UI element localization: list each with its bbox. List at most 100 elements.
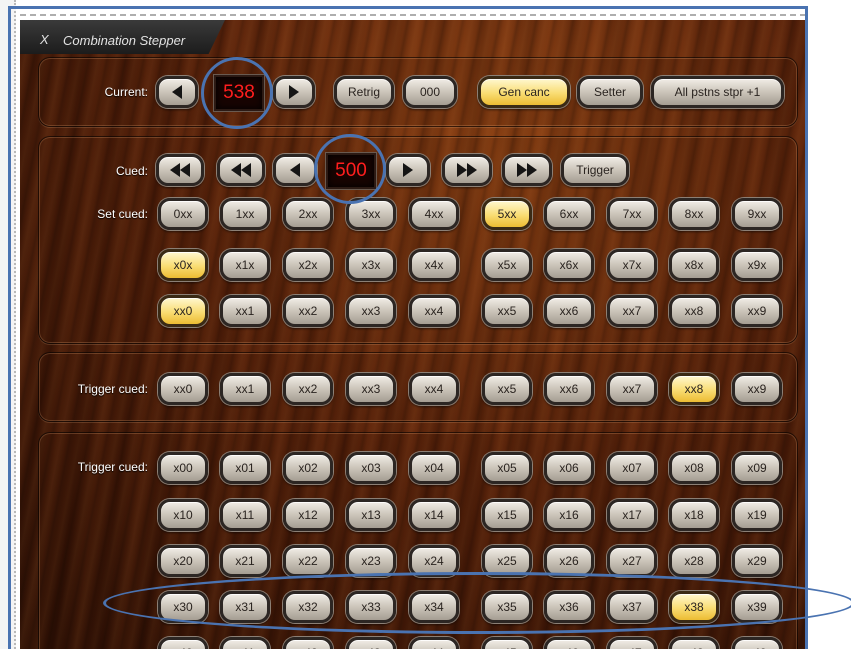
trigger-cued-grid-x32-button[interactable]: x32: [283, 591, 333, 623]
trigger-cued-grid-x29-button[interactable]: x29: [732, 545, 782, 577]
trigger-cued-grid-x14-button[interactable]: x14: [409, 499, 459, 531]
trigger-cued-xx6-button[interactable]: xx6: [544, 373, 594, 405]
trigger-cued-grid-x08-button[interactable]: x08: [669, 452, 719, 484]
trigger-cued-grid-x47-button[interactable]: x47: [607, 637, 657, 649]
trigger-cued-grid-x07-button[interactable]: x07: [607, 452, 657, 484]
current-next-button[interactable]: [273, 76, 315, 108]
set-cued-x2x-button[interactable]: x2x: [283, 249, 333, 281]
trigger-cued-grid-x15-button[interactable]: x15: [482, 499, 532, 531]
cued-forward-ten-button[interactable]: [442, 154, 492, 186]
trigger-cued-grid-x33-button[interactable]: x33: [346, 591, 396, 623]
set-cued-0xx-button[interactable]: 0xx: [158, 198, 208, 230]
set-cued-xx1-button[interactable]: xx1: [220, 295, 270, 327]
trigger-button[interactable]: Trigger: [561, 154, 629, 186]
set-cued-4xx-button[interactable]: 4xx: [409, 198, 459, 230]
trigger-cued-grid-x18-button[interactable]: x18: [669, 499, 719, 531]
trigger-cued-xx1-button[interactable]: xx1: [220, 373, 270, 405]
set-cued-3xx-button[interactable]: 3xx: [346, 198, 396, 230]
trigger-cued-grid-x22-button[interactable]: x22: [283, 545, 333, 577]
trigger-cued-grid-x09-button[interactable]: x09: [732, 452, 782, 484]
set-cued-xx8-button[interactable]: xx8: [669, 295, 719, 327]
trigger-cued-grid-x01-button[interactable]: x01: [220, 452, 270, 484]
trigger-cued-grid-x43-button[interactable]: x43: [346, 637, 396, 649]
trigger-cued-grid-x24-button[interactable]: x24: [409, 545, 459, 577]
trigger-cued-xx5-button[interactable]: xx5: [482, 373, 532, 405]
trigger-cued-grid-x45-button[interactable]: x45: [482, 637, 532, 649]
set-cued-x6x-button[interactable]: x6x: [544, 249, 594, 281]
set-cued-x5x-button[interactable]: x5x: [482, 249, 532, 281]
trigger-cued-grid-x40-button[interactable]: x40: [158, 637, 208, 649]
set-cued-xx0-button[interactable]: xx0: [158, 295, 208, 327]
trigger-cued-grid-x34-button[interactable]: x34: [409, 591, 459, 623]
cued-prev-button[interactable]: [273, 154, 317, 186]
set-cued-2xx-button[interactable]: 2xx: [283, 198, 333, 230]
trigger-cued-grid-x49-button[interactable]: x49: [732, 637, 782, 649]
trigger-cued-grid-x11-button[interactable]: x11: [220, 499, 270, 531]
cued-back-ten-button[interactable]: [217, 154, 265, 186]
zero-button[interactable]: 000: [403, 76, 457, 108]
trigger-cued-xx7-button[interactable]: xx7: [607, 373, 657, 405]
trigger-cued-grid-x06-button[interactable]: x06: [544, 452, 594, 484]
trigger-cued-grid-x42-button[interactable]: x42: [283, 637, 333, 649]
trigger-cued-grid-x39-button[interactable]: x39: [732, 591, 782, 623]
set-cued-xx2-button[interactable]: xx2: [283, 295, 333, 327]
trigger-cued-xx3-button[interactable]: xx3: [346, 373, 396, 405]
trigger-cued-grid-x38-button[interactable]: x38: [669, 591, 719, 623]
trigger-cued-grid-x20-button[interactable]: x20: [158, 545, 208, 577]
cued-fast-forward-button[interactable]: [502, 154, 552, 186]
trigger-cued-grid-x36-button[interactable]: x36: [544, 591, 594, 623]
trigger-cued-grid-x02-button[interactable]: x02: [283, 452, 333, 484]
trigger-cued-grid-x25-button[interactable]: x25: [482, 545, 532, 577]
trigger-cued-grid-x28-button[interactable]: x28: [669, 545, 719, 577]
trigger-cued-xx0-button[interactable]: xx0: [158, 373, 208, 405]
set-cued-xx6-button[interactable]: xx6: [544, 295, 594, 327]
trigger-cued-grid-x41-button[interactable]: x41: [220, 637, 270, 649]
set-cued-5xx-button[interactable]: 5xx: [482, 198, 532, 230]
trigger-cued-grid-x19-button[interactable]: x19: [732, 499, 782, 531]
close-icon[interactable]: X: [40, 32, 49, 47]
set-cued-8xx-button[interactable]: 8xx: [669, 198, 719, 230]
trigger-cued-grid-x00-button[interactable]: x00: [158, 452, 208, 484]
trigger-cued-grid-x17-button[interactable]: x17: [607, 499, 657, 531]
set-cued-7xx-button[interactable]: 7xx: [607, 198, 657, 230]
trigger-cued-grid-x03-button[interactable]: x03: [346, 452, 396, 484]
set-cued-x9x-button[interactable]: x9x: [732, 249, 782, 281]
trigger-cued-grid-x31-button[interactable]: x31: [220, 591, 270, 623]
set-cued-x8x-button[interactable]: x8x: [669, 249, 719, 281]
set-cued-6xx-button[interactable]: 6xx: [544, 198, 594, 230]
set-cued-x3x-button[interactable]: x3x: [346, 249, 396, 281]
set-cued-x0x-button[interactable]: x0x: [158, 249, 208, 281]
trigger-cued-grid-x04-button[interactable]: x04: [409, 452, 459, 484]
set-cued-x7x-button[interactable]: x7x: [607, 249, 657, 281]
trigger-cued-grid-x30-button[interactable]: x30: [158, 591, 208, 623]
all-pstns-button[interactable]: All pstns stpr +1: [651, 76, 784, 108]
cued-fast-back-button[interactable]: [156, 154, 204, 186]
set-cued-x4x-button[interactable]: x4x: [409, 249, 459, 281]
setter-button[interactable]: Setter: [577, 76, 643, 108]
cued-next-button[interactable]: [386, 154, 430, 186]
trigger-cued-grid-x48-button[interactable]: x48: [669, 637, 719, 649]
trigger-cued-grid-x16-button[interactable]: x16: [544, 499, 594, 531]
trigger-cued-grid-x46-button[interactable]: x46: [544, 637, 594, 649]
set-cued-xx3-button[interactable]: xx3: [346, 295, 396, 327]
trigger-cued-xx2-button[interactable]: xx2: [283, 373, 333, 405]
set-cued-9xx-button[interactable]: 9xx: [732, 198, 782, 230]
trigger-cued-grid-x44-button[interactable]: x44: [409, 637, 459, 649]
set-cued-xx5-button[interactable]: xx5: [482, 295, 532, 327]
trigger-cued-grid-x21-button[interactable]: x21: [220, 545, 270, 577]
trigger-cued-grid-x26-button[interactable]: x26: [544, 545, 594, 577]
trigger-cued-xx9-button[interactable]: xx9: [732, 373, 782, 405]
trigger-cued-grid-x13-button[interactable]: x13: [346, 499, 396, 531]
gen-canc-button[interactable]: Gen canc: [478, 76, 570, 108]
trigger-cued-grid-x05-button[interactable]: x05: [482, 452, 532, 484]
trigger-cued-grid-x12-button[interactable]: x12: [283, 499, 333, 531]
current-prev-button[interactable]: [156, 76, 198, 108]
trigger-cued-grid-x10-button[interactable]: x10: [158, 499, 208, 531]
trigger-cued-grid-x23-button[interactable]: x23: [346, 545, 396, 577]
set-cued-xx9-button[interactable]: xx9: [732, 295, 782, 327]
set-cued-1xx-button[interactable]: 1xx: [220, 198, 270, 230]
set-cued-xx4-button[interactable]: xx4: [409, 295, 459, 327]
trigger-cued-xx8-button[interactable]: xx8: [669, 373, 719, 405]
trigger-cued-grid-x35-button[interactable]: x35: [482, 591, 532, 623]
trigger-cued-xx4-button[interactable]: xx4: [409, 373, 459, 405]
